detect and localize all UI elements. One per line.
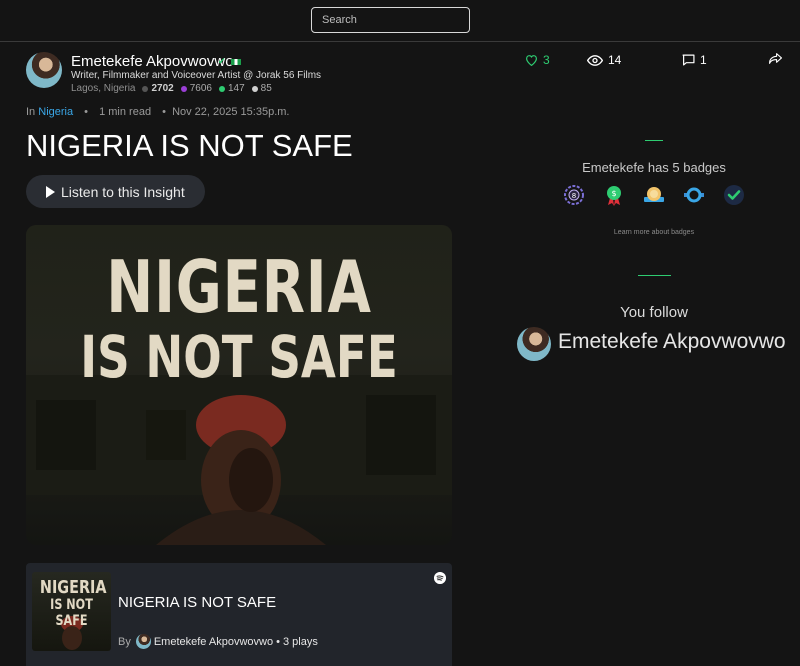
badges-title: Emetekefe has 5 badges (582, 160, 726, 175)
followed-name[interactable]: Emetekefe Akpovwovwo (558, 330, 786, 354)
breadcrumb-in-label: In (26, 106, 36, 118)
svg-text:8: 8 (572, 192, 576, 200)
author-name[interactable]: Emetekefe Akpovwovwo (71, 53, 234, 70)
view-count: 14 (608, 53, 622, 67)
audio-thumbnail: NIGERIA IS NOT SAFE (32, 572, 111, 651)
post-date: Nov 22, 2025 15:35p.m. (172, 106, 290, 118)
author-bio: Writer, Filmmaker and Voiceover Artist @… (71, 70, 322, 81)
share-icon (769, 53, 782, 64)
divider (638, 275, 671, 276)
audio-player-card[interactable]: NIGERIA IS NOT SAFE NIGERIA IS NOT SAFE … (26, 563, 452, 666)
thumb-line2: IS NOT SAFE (50, 597, 93, 629)
search-input[interactable] (311, 7, 470, 33)
divider (645, 140, 663, 141)
cover-headline-line2: IS NOT SAFE (80, 323, 398, 391)
svg-text:$: $ (611, 189, 616, 198)
separator-dot: • (84, 106, 89, 118)
byline-author[interactable]: Emetekefe Akpovwovwo (154, 636, 273, 648)
category-link[interactable]: Nigeria (38, 106, 73, 118)
listen-button[interactable]: Listen to this Insight (26, 175, 205, 208)
stat-dot-icon (251, 85, 258, 92)
followed-avatar[interactable] (517, 327, 551, 361)
verified-check-icon: ✔ (218, 57, 226, 67)
cover-headline-line1: NIGERIA (106, 245, 372, 329)
play-count: • 3 plays (276, 635, 318, 648)
stat-dot-icon (180, 85, 187, 92)
blue-ring-badge-icon[interactable] (683, 184, 705, 206)
author-stat: 85 (251, 83, 272, 94)
by-label: By (118, 635, 131, 648)
listen-label: Listen to this Insight (61, 183, 185, 200)
top-bar (0, 0, 800, 42)
follow-title: You follow (620, 304, 688, 321)
share-button[interactable] (769, 53, 787, 64)
comment-count: 1 (700, 53, 707, 67)
stat-value: 7606 (189, 83, 212, 94)
read-time: 1 min read (99, 106, 152, 118)
views-counter: 14 (587, 53, 621, 67)
learn-more-badges-link[interactable]: Learn more about badges (554, 229, 754, 236)
author-avatar[interactable] (26, 52, 62, 88)
audio-byline: By Emetekefe Akpovwovwo • 3 plays (118, 634, 318, 649)
stat-dot-icon (142, 85, 149, 92)
nigeria-flag-icon (231, 59, 241, 65)
cover-image: NIGERIA IS NOT SAFE (26, 225, 452, 545)
laurel-badge-icon[interactable]: 8 (563, 184, 585, 206)
page-title: NIGERIA IS NOT SAFE (26, 128, 353, 163)
author-stat: 7606 (180, 83, 212, 94)
author-stat: 147 (218, 83, 245, 94)
checkmark-badge-icon[interactable] (723, 184, 745, 206)
thumb-line1: NIGERIA (39, 577, 107, 598)
ribbon-badge-icon[interactable] (643, 184, 665, 206)
comment-icon (682, 54, 695, 66)
like-count: 3 (543, 53, 550, 67)
author-location: Lagos, Nigeria (71, 83, 136, 94)
like-button[interactable]: 3 (525, 53, 550, 67)
separator-dot: • (162, 106, 166, 118)
breadcrumb: In Nigeria • 1 min read • Nov 22, 2025 1… (26, 106, 289, 118)
dollar-medal-icon[interactable]: $ (603, 184, 625, 206)
spotify-icon[interactable] (434, 572, 446, 584)
stat-dot-icon (218, 85, 225, 92)
author-stat: 2702 (142, 83, 174, 94)
stat-value: 85 (260, 83, 272, 94)
byline-avatar (135, 634, 151, 649)
play-icon (46, 185, 55, 198)
stat-value: 147 (227, 83, 245, 94)
comments-button[interactable]: 1 (682, 53, 707, 67)
eye-icon (587, 54, 603, 66)
stat-value: 2702 (151, 83, 174, 94)
author-meta: Lagos, Nigeria 2702 7606 147 85 (71, 83, 272, 94)
heart-icon (526, 55, 537, 66)
audio-title[interactable]: NIGERIA IS NOT SAFE (118, 594, 276, 611)
